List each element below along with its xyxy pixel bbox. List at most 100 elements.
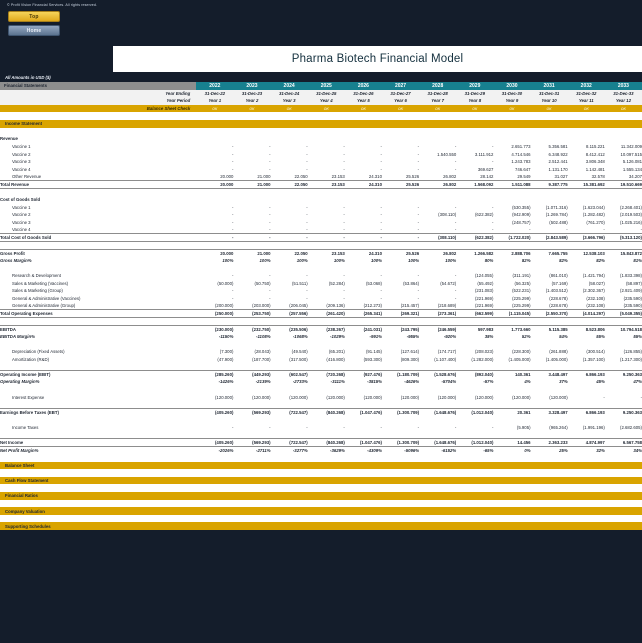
year-period-y2: Year 2 xyxy=(233,97,271,105)
value-cell-y9: (1.722.020) xyxy=(493,233,531,242)
value-cell-y10: (1.269.784) xyxy=(545,212,568,218)
value-cell-y9: (522.231) xyxy=(512,288,531,294)
spacer xyxy=(0,431,642,439)
value-cell-y7: - xyxy=(454,204,457,210)
value-cell-y6: (53.864) xyxy=(403,280,420,286)
value-cell-y3: (722.547) xyxy=(270,438,308,447)
value-cell-y5: (120.000) xyxy=(363,394,382,400)
value-cell-y9: (1.115.045) xyxy=(493,309,531,318)
value-cell-y12: - xyxy=(640,227,642,233)
year-header-2031: 2031 xyxy=(530,82,568,90)
value-cell-y5: -4309% xyxy=(367,448,382,454)
value-cell-y9: 2.888.706 xyxy=(493,248,531,257)
title-area: Pharma Biotech Financial Model xyxy=(0,46,642,72)
year-period-label: Year Period xyxy=(0,97,197,105)
year-period-y11: Year 11 xyxy=(567,97,605,105)
value-cell-y2: 100% xyxy=(259,257,271,263)
opex-row: General & Administrative (Vaccines) - - - - -… xyxy=(0,295,642,303)
spacer xyxy=(0,416,642,424)
value-cell-y1: (47.900) xyxy=(217,356,234,362)
spacer xyxy=(0,241,642,249)
value-cell-y6: - xyxy=(417,295,420,301)
top-button[interactable]: Top xyxy=(8,11,60,22)
value-cell-y8: (1.282.000) xyxy=(471,356,494,362)
value-cell-y1 xyxy=(196,196,233,204)
value-cell-y4: (720.268) xyxy=(307,370,345,379)
value-cell-y11: 6.866.193 xyxy=(567,370,605,379)
spacer-row xyxy=(0,188,642,196)
year-header-2026: 2026 xyxy=(344,82,382,90)
value-cell-y1: - xyxy=(231,273,234,279)
value-cell-y4: 23.153 xyxy=(307,248,345,257)
financial-statements-sheet: Financial Statements 2022 2023 2024 2025 2026… xyxy=(0,82,642,531)
value-cell-y11: 6.866.193 xyxy=(567,408,605,417)
spacer-row xyxy=(0,416,642,424)
value-cell-y1: - xyxy=(231,295,234,301)
year-ending-y10: 31-Dec-31 xyxy=(530,89,568,98)
row-label: Vaccine 3 xyxy=(12,159,31,165)
cogs-group-header: Cost of Goods Sold xyxy=(0,196,642,204)
row-label: Operating Income (EBIT) xyxy=(0,370,197,379)
year-header-2023: 2023 xyxy=(233,82,271,90)
value-cell-y3: - xyxy=(306,204,308,210)
value-cell-y12: 9.250.363 xyxy=(604,370,642,379)
value-cell-y1: - xyxy=(231,219,234,225)
value-cell-y5: (212.273) xyxy=(363,303,382,309)
section-bar-label[interactable]: Income Statement xyxy=(0,119,642,128)
value-cell-y5: (1.047.476) xyxy=(344,408,382,417)
balance-check-y4: OK xyxy=(307,104,345,113)
value-cell-y5 xyxy=(345,135,382,143)
spacer-row xyxy=(0,264,642,272)
value-cell-y6: 25.526 xyxy=(381,248,420,257)
value-cell-y11: (2.302.367) xyxy=(582,288,605,294)
spacer xyxy=(0,317,642,325)
row-label: Income Taxes xyxy=(12,425,39,431)
value-cell-y7: 26.802 xyxy=(419,180,457,189)
value-cell-y3: - xyxy=(306,288,308,294)
year-period-y12: Year 12 xyxy=(604,97,642,105)
value-cell-y2 xyxy=(233,196,270,204)
spacer-row xyxy=(0,401,642,409)
section-bar-label[interactable]: Cash Flow Statement xyxy=(0,476,642,485)
section-bar-label[interactable]: Supporting Schedules xyxy=(0,522,642,531)
gross-profit-row: Gross Profit 20.000 21.000 22.050 23.153 24.3… xyxy=(0,248,642,257)
value-cell-y7: (1.528.676) xyxy=(419,370,457,379)
value-cell-y2: - xyxy=(269,159,271,165)
value-cell-y8 xyxy=(456,196,493,204)
year-period-y10: Year 10 xyxy=(530,97,568,105)
home-button[interactable]: Home xyxy=(8,25,60,36)
value-cell-y4: (840.268) xyxy=(307,438,345,447)
value-cell-y10: 3.448.497 xyxy=(530,370,568,379)
value-cell-y11: - xyxy=(603,394,605,400)
value-cell-y5 xyxy=(345,196,382,204)
spacer-row xyxy=(0,340,642,348)
spacer-row xyxy=(0,500,642,508)
value-cell-y12: (235.590) xyxy=(623,303,642,309)
value-cell-y7: - xyxy=(454,219,457,225)
year-header-2030: 2030 xyxy=(493,82,531,90)
value-cell-y6: - xyxy=(417,425,420,431)
value-cell-y6: (127.614) xyxy=(400,349,420,355)
value-cell-y4: (261.420) xyxy=(307,309,345,318)
section-bar-label[interactable]: Balance Sheet xyxy=(0,461,642,470)
year-ending-label: Year Ending xyxy=(0,89,197,98)
value-cell-y9 xyxy=(493,196,530,204)
section-bar-label[interactable]: Company Valuation xyxy=(0,507,642,515)
spacer xyxy=(0,264,642,272)
value-cell-y4 xyxy=(308,196,345,204)
value-cell-y12: (2.019.503) xyxy=(620,212,642,218)
value-cell-y7: - xyxy=(454,159,457,165)
year-ending-y9: 31-Dec-30 xyxy=(493,89,531,98)
value-cell-y12: 10.097.515 xyxy=(620,151,642,157)
value-cell-y9: 0% xyxy=(524,448,531,454)
year-header-2029: 2029 xyxy=(456,82,494,90)
value-cell-y7 xyxy=(419,135,456,143)
value-cell-y10: 1.131.170 xyxy=(548,166,568,172)
value-cell-y4: 23.153 xyxy=(307,180,345,189)
value-cell-y2: - xyxy=(269,219,271,225)
value-cell-y10: - xyxy=(566,227,568,233)
spacer-row xyxy=(0,128,642,136)
section-bar-label[interactable]: Financial Ratios xyxy=(0,492,642,500)
value-cell-y3: - xyxy=(306,159,308,165)
value-cell-y2: (203.000) xyxy=(252,303,271,309)
